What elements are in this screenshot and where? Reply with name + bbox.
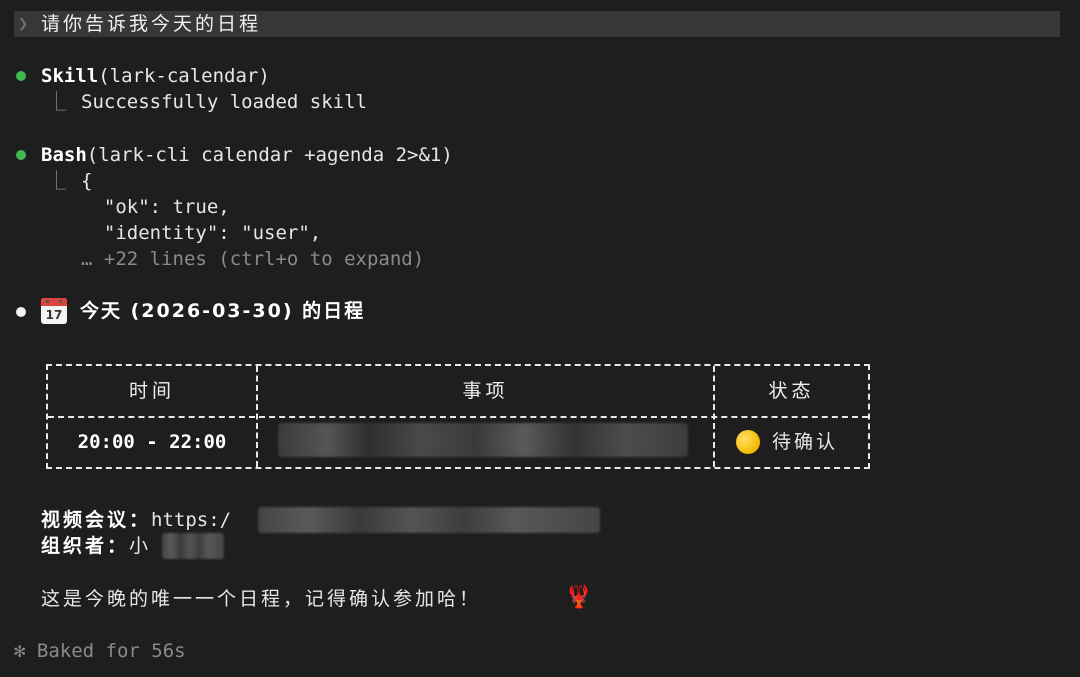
skill-tool-args: (lark-calendar) [98,65,270,87]
agenda-heading: 今天 (2026-03-30) 的日程 [80,300,366,322]
organizer-label: 组织者： [41,535,130,557]
table-cell-time: 20:00 - 22:00 [77,431,227,453]
table-header-event: 事项 [462,380,509,402]
table-cell-event-redacted [278,423,688,457]
bash-tool-args: (lark-cli calendar +agenda 2>&1) [86,144,453,166]
bash-result-elbow-icon: ⎿ [47,170,67,192]
skill-result-elbow-icon: ⎿ [47,91,67,113]
bash-output-line: "identity": "user", [81,222,322,244]
closing-message: 这是今晚的唯一一个日程，记得确认参加哈！ [41,588,482,610]
prompt-chevron-icon: ❯ [18,14,29,34]
skill-status-dot [16,71,26,81]
footer-text: Baked for 56s [36,640,186,662]
yellow-circle-icon [736,430,760,454]
user-prompt-text: 请你告诉我今天的日程 [41,13,262,35]
bash-collapsed-note[interactable]: … +22 lines (ctrl+o to expand) [81,246,424,272]
spinner-icon: ✻ [14,640,26,662]
meeting-link[interactable]: https:/ [151,509,231,531]
meeting-label: 视频会议： [41,509,152,531]
bash-output-line: { [81,170,93,192]
table-header-status: 状态 [768,380,815,402]
organizer-name-redacted [162,533,224,559]
lobster-icon: 🦞 [565,585,593,610]
bash-output-line: "ok": true, [81,196,230,218]
calendar-icon: 17 [41,298,67,324]
footer-status: ✻ Baked for 56s [14,638,186,664]
meeting-link-redacted [258,507,600,533]
skill-tool-name: Skill [41,65,99,87]
table-header-time: 时间 [128,380,175,402]
table-cell-status: 待确认 [772,431,839,453]
bash-call-line: Bash(lark-cli calendar +agenda 2>&1) [41,142,453,168]
skill-result-text: Successfully loaded skill [81,91,367,113]
bash-status-dot [16,150,26,160]
agenda-table: 时间 事项 状态 20:00 - 22:00 待确认 [46,364,870,469]
organizer-name: 小 [129,535,152,557]
skill-call-line: Skill(lark-calendar) [41,63,270,89]
user-prompt-bar: ❯ 请你告诉我今天的日程 [14,11,1060,37]
organizer-line: 组织者：小 [41,533,151,559]
bash-tool-name: Bash [41,144,87,166]
meeting-line: 视频会议：https:/ [41,507,231,533]
response-dot [16,307,26,317]
calendar-icon-date: 17 [45,308,63,322]
